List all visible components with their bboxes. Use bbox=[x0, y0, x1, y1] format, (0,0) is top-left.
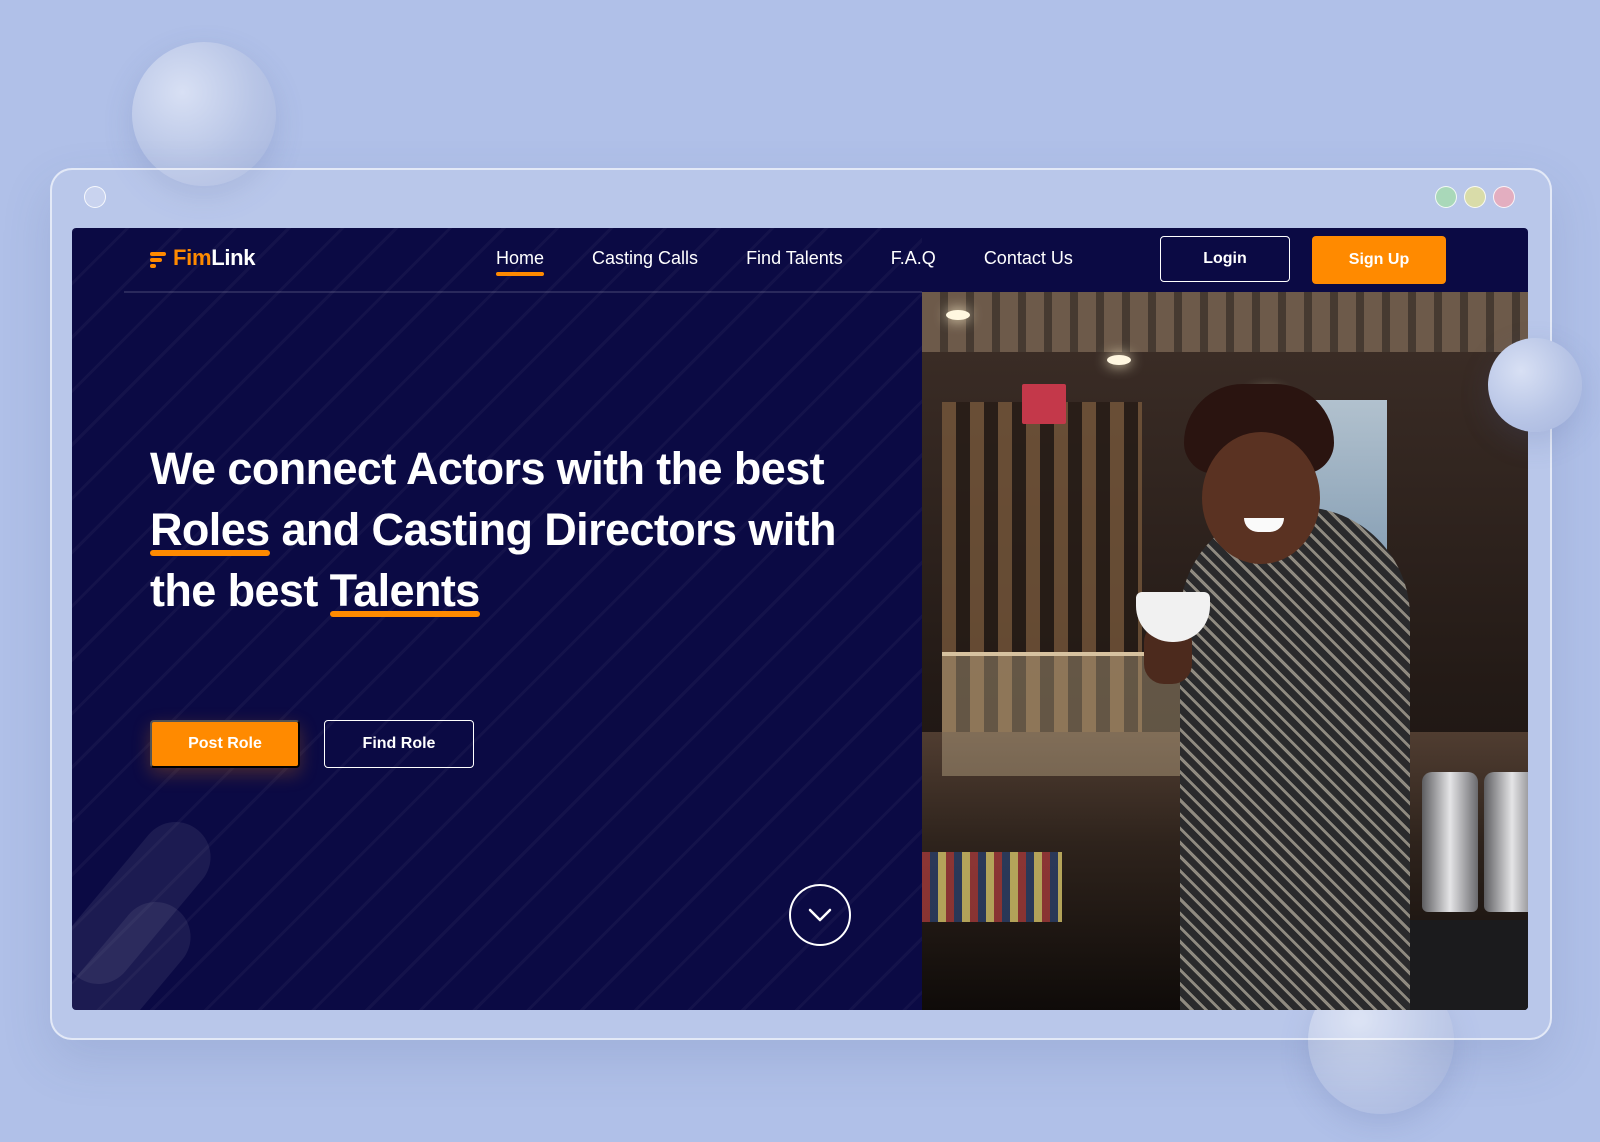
photo-person-face bbox=[1202, 432, 1320, 564]
website-viewport: FimLink Home Casting Calls Find Talents … bbox=[72, 228, 1528, 1010]
photo-coffee-urn bbox=[1484, 772, 1528, 912]
nav-casting-calls[interactable]: Casting Calls bbox=[592, 248, 698, 275]
hero-line-1: We connect Actors with the best bbox=[150, 443, 825, 494]
brand-name-part1: Fim bbox=[173, 245, 212, 270]
photo-light bbox=[946, 310, 970, 320]
hero-line-3: the best bbox=[150, 565, 330, 616]
photo-person-jacket bbox=[1180, 507, 1410, 1010]
photo-light bbox=[1107, 355, 1131, 365]
post-role-button[interactable]: Post Role bbox=[150, 720, 300, 768]
window-close-dot[interactable] bbox=[1493, 186, 1515, 208]
scroll-down-button[interactable] bbox=[789, 884, 851, 946]
find-role-button[interactable]: Find Role bbox=[324, 720, 474, 768]
browser-window: FimLink Home Casting Calls Find Talents … bbox=[50, 168, 1552, 1040]
nav-home[interactable]: Home bbox=[496, 248, 545, 276]
photo-coffee-urn bbox=[1422, 772, 1478, 912]
window-dot-left bbox=[84, 186, 106, 208]
nav-find-talents[interactable]: Find Talents bbox=[746, 248, 843, 275]
photo-ceiling bbox=[922, 292, 1528, 352]
hero-headline: We connect Actors with the best Roles and… bbox=[150, 438, 910, 621]
nav-divider bbox=[124, 291, 922, 293]
window-minimize-dot[interactable] bbox=[1464, 186, 1486, 208]
hero-highlight-roles: Roles bbox=[150, 499, 270, 560]
filmlink-logo-icon bbox=[150, 250, 167, 268]
signup-button[interactable]: Sign Up bbox=[1312, 236, 1446, 284]
photo-bottles bbox=[922, 852, 1062, 922]
hero-line-2: and Casting Directors with bbox=[269, 504, 836, 555]
main-nav: Home Casting Calls Find Talents F.A.Q Co… bbox=[496, 248, 1073, 276]
nav-contact-us[interactable]: Contact Us bbox=[984, 248, 1073, 275]
nav-faq[interactable]: F.A.Q bbox=[891, 248, 936, 275]
brand-name: FimLink bbox=[173, 245, 256, 271]
decorative-bubble bbox=[1488, 338, 1582, 432]
brand-logo[interactable]: FimLink bbox=[150, 245, 256, 271]
brand-name-part2: Link bbox=[211, 245, 256, 270]
window-maximize-dot[interactable] bbox=[1435, 186, 1457, 208]
decorative-bubble bbox=[132, 42, 276, 186]
hero-photo bbox=[922, 292, 1528, 1010]
photo-exit-sign bbox=[1022, 384, 1066, 424]
hero-highlight-talents: Talents bbox=[329, 560, 480, 621]
login-button[interactable]: Login bbox=[1160, 236, 1290, 282]
chevron-down-icon bbox=[808, 908, 832, 922]
